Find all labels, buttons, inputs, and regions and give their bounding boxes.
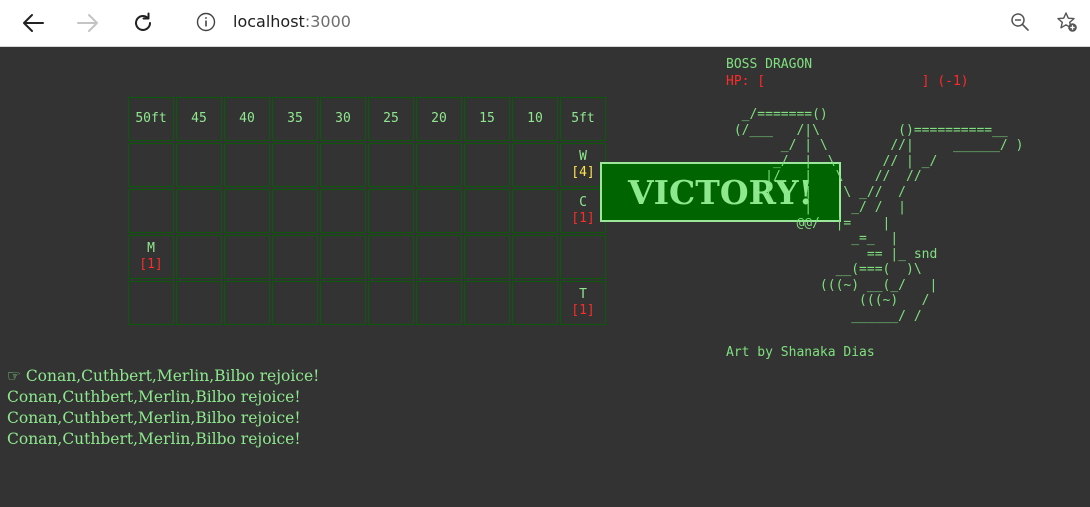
browser-toolbar: localhost:3000 [0,0,1090,47]
grid-cell[interactable] [416,281,462,325]
log-line: Conan,Cuthbert,Merlin,Bilbo rejoice! [7,388,301,406]
hero-name: C [579,195,587,210]
grid-cell[interactable] [464,235,510,279]
distance-label: 10 [512,97,558,141]
grid-cell[interactable]: M [1] [128,235,174,279]
log-line: ☞ Conan,Cuthbert,Merlin,Bilbo rejoice! [7,367,320,385]
distance-label: 30 [320,97,366,141]
hero-name: W [579,149,587,164]
grid-cell[interactable] [176,143,222,187]
grid-cell[interactable] [416,235,462,279]
grid-cell[interactable] [512,235,558,279]
grid-cell[interactable] [416,143,462,187]
grid-cell[interactable] [224,143,270,187]
refresh-button[interactable] [126,6,160,40]
url-port: :3000 [304,12,351,31]
grid-cell[interactable] [512,189,558,233]
log-line: Conan,Cuthbert,Merlin,Bilbo rejoice! [7,430,301,448]
hero-hp: [4] [571,165,595,180]
hero-hp: [1] [571,303,595,318]
url-host: localhost [233,12,305,31]
message-log: ☞ Conan,Cuthbert,Merlin,Bilbo rejoice! Co… [7,366,319,450]
art-credit: Art by Shanaka Dias [726,345,875,360]
grid-cell[interactable] [368,143,414,187]
distance-label: 25 [368,97,414,141]
forward-arrow-icon [77,14,98,32]
refresh-icon [135,12,151,31]
battle-grid: 50ft 45 40 35 30 25 20 15 10 5ft W [4] C [1] M [1] T [1] [126,95,608,327]
boss-hp-bar: HP: [ ] (-1) [726,74,969,89]
url-text[interactable]: localhost:3000 [233,12,351,32]
log-line: Conan,Cuthbert,Merlin,Bilbo rejoice! [7,409,301,427]
grid-cell[interactable] [224,281,270,325]
grid-cell[interactable] [560,235,606,279]
grid-cell[interactable] [176,189,222,233]
dragon-ascii-art: _/=======() (/___ /|\ ()==========__ _/ … [733,107,1024,324]
grid-row: W [4] [128,143,606,187]
back-button[interactable] [16,6,50,40]
grid-cell[interactable] [128,143,174,187]
distance-header-row: 50ft 45 40 35 30 25 20 15 10 5ft [128,97,606,141]
grid-cell[interactable] [320,189,366,233]
back-arrow-icon [23,14,44,32]
forward-button[interactable] [71,6,105,40]
grid-cell[interactable] [224,235,270,279]
hero-hp: [1] [571,211,595,226]
zoom-out-icon[interactable] [1010,12,1030,32]
grid-cell[interactable] [320,281,366,325]
grid-cell[interactable] [272,235,318,279]
game-area: 50ft 45 40 35 30 25 20 15 10 5ft W [4] C [1] M [1] T [1]… [0,47,1090,507]
favorite-star-icon[interactable] [1056,11,1078,33]
distance-label: 5ft [560,97,606,141]
grid-cell[interactable] [512,143,558,187]
grid-cell[interactable] [224,189,270,233]
grid-row: C [1] [128,189,606,233]
grid-row: M [1] [128,235,606,279]
grid-cell[interactable] [128,189,174,233]
distance-label: 40 [224,97,270,141]
grid-cell[interactable] [464,281,510,325]
grid-cell[interactable] [272,189,318,233]
grid-row: T [1] [128,281,606,325]
grid-cell[interactable] [128,281,174,325]
info-icon[interactable] [196,12,216,32]
grid-cell[interactable] [176,281,222,325]
grid-cell[interactable] [320,143,366,187]
distance-label: 50ft [128,97,174,141]
grid-cell[interactable] [464,143,510,187]
boss-info: BOSS DRAGON HP: [ ] (-1) [726,56,969,90]
grid-cell[interactable] [320,235,366,279]
distance-label: 45 [176,97,222,141]
boss-name: BOSS DRAGON [726,57,813,72]
grid-cell[interactable] [368,235,414,279]
grid-cell[interactable] [464,189,510,233]
hero-name: M [147,241,155,256]
distance-label: 15 [464,97,510,141]
grid-cell[interactable] [416,189,462,233]
grid-cell[interactable] [272,281,318,325]
grid-cell[interactable] [368,189,414,233]
grid-cell[interactable]: T [1] [560,281,606,325]
grid-cell[interactable] [512,281,558,325]
hero-hp: [1] [139,257,163,272]
address-bar[interactable]: localhost:3000 [178,4,1080,40]
distance-label: 20 [416,97,462,141]
grid-cell[interactable] [368,281,414,325]
distance-label: 35 [272,97,318,141]
grid-cell[interactable] [176,235,222,279]
grid-cell[interactable] [272,143,318,187]
hero-name: T [579,287,587,302]
